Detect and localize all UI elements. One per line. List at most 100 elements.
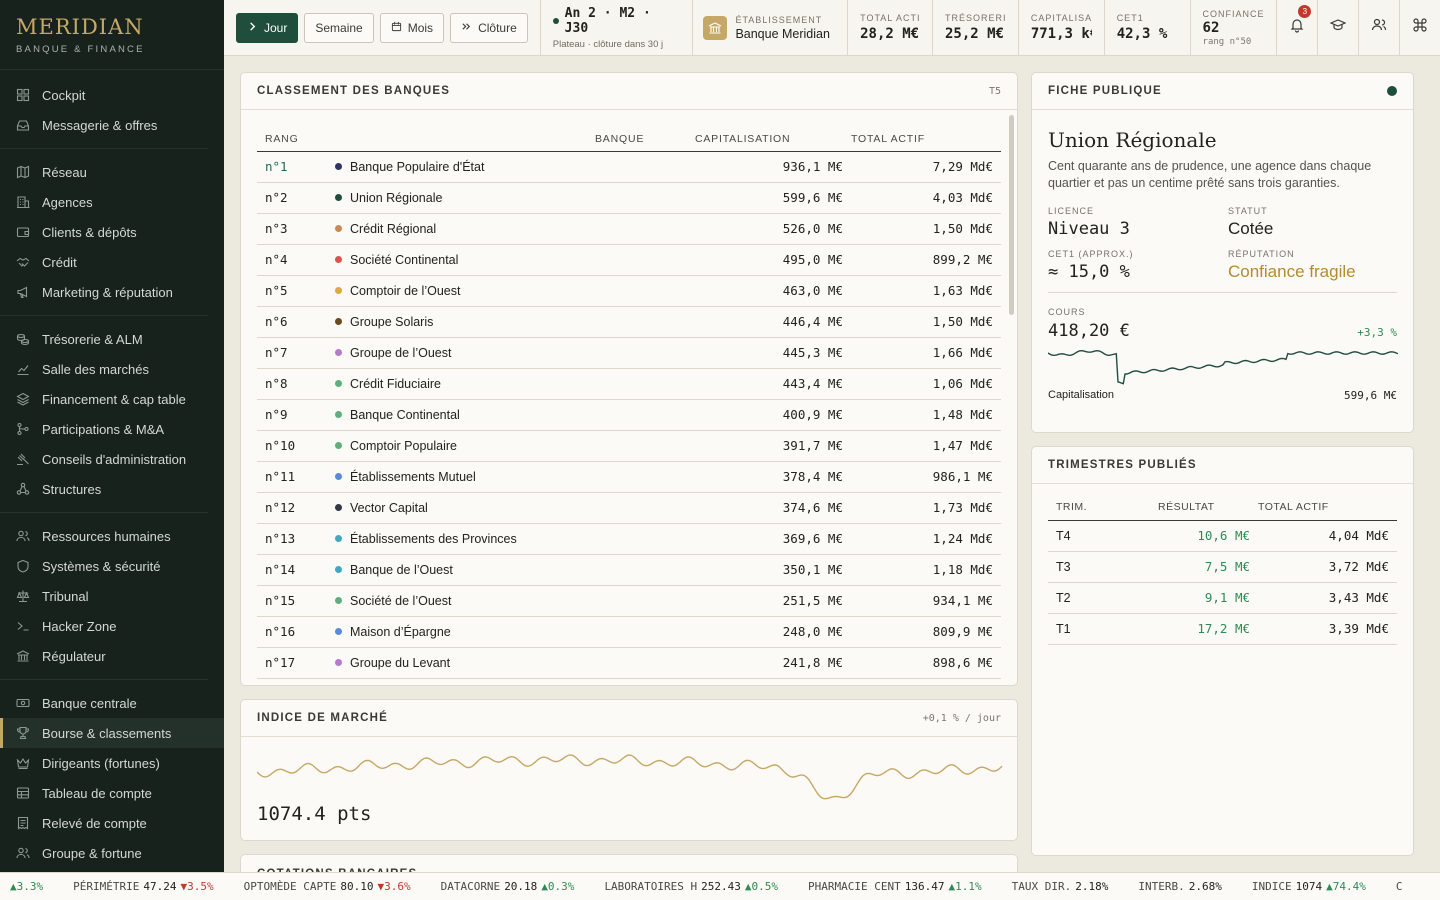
total-assets-cell: 7,29 Md€ <box>851 151 1001 183</box>
capitalization-cell: 445,3 M€ <box>695 337 851 369</box>
scrollbar-thumb[interactable] <box>1009 115 1014 315</box>
col-rank[interactable]: RANG <box>257 111 335 152</box>
sidebar-item-dirigeants-fortunes[interactable]: Dirigeants (fortunes) <box>0 748 224 778</box>
sidebar-item-messagerie-offres[interactable]: Messagerie & offres <box>0 110 224 140</box>
brand-logo[interactable]: MERIDIAN BANQUE & FINANCE <box>0 0 224 70</box>
establishment-selector[interactable]: ÉTABLISSEMENT Banque Meridian <box>693 15 847 41</box>
sidebar-item-cockpit[interactable]: Cockpit <box>0 80 224 110</box>
ranking-row[interactable]: n°2 Union Régionale 599,6 M€ 4,03 Md€ <box>257 182 1001 214</box>
ranking-row[interactable]: n°15 Société de l’Ouest 251,5 M€ 934,1 M€ <box>257 585 1001 617</box>
ranking-table-container[interactable]: RANG BANQUE CAPITALISATION TOTAL ACTIF n… <box>257 111 1001 685</box>
ranking-row[interactable]: n°7 Groupe de l’Ouest 445,3 M€ 1,66 Md€ <box>257 337 1001 369</box>
ranking-row[interactable]: n°14 Banque de l’Ouest 350,1 M€ 1,18 Md€ <box>257 554 1001 586</box>
ticker-item[interactable]: DATACORNE 20.18 ▲0.3% <box>441 880 575 893</box>
col-bank[interactable]: BANQUE <box>595 111 695 152</box>
col-total-assets[interactable]: TOTAL ACTIF <box>851 111 1001 152</box>
total-assets-cell: 809,9 M€ <box>851 616 1001 648</box>
ticker-item[interactable]: PÉRIMÉTRIE 47.24 ▼3.5% <box>73 880 213 893</box>
bank-color-dot <box>335 194 342 201</box>
ticker-item[interactable]: TAUX DIR. 2.18% <box>1012 880 1109 893</box>
close-period-button[interactable]: Clôture <box>450 12 528 43</box>
sidebar-item-regulateur[interactable]: Régulateur <box>0 641 224 671</box>
ticker-item[interactable]: LABORATOIRES H 252.43 ▲0.5% <box>604 880 778 893</box>
kpi-total-assets[interactable]: TOTAL ACTI 28,2 M€ <box>847 0 932 56</box>
notifications-button[interactable]: 3 <box>1276 0 1317 56</box>
sidebar-item-agences[interactable]: Agences <box>0 187 224 217</box>
sidebar-item-ressources-humaines[interactable]: Ressources humaines <box>0 521 224 551</box>
command-palette-button[interactable] <box>1399 0 1440 56</box>
ticker-item[interactable]: OPTOMÈDE CAPTE 80.10 ▼3.6% <box>244 880 411 893</box>
bank-cell: Maison d’Épargne <box>335 616 695 648</box>
ticker-item[interactable]: INTERB. 2.68% <box>1138 880 1221 893</box>
nav-group: Trésorerie & ALM Salle des marchés Finance… <box>0 316 208 513</box>
advance-week-button[interactable]: Semaine <box>304 12 374 43</box>
sidebar-item-label: Financement & cap table <box>42 391 186 407</box>
ranking-row[interactable]: n°13 Établissements des Provinces 369,6 M€… <box>257 523 1001 555</box>
sidebar-item-bourse-classements[interactable]: Bourse & classements <box>0 718 224 748</box>
sidebar-item-reseau[interactable]: Réseau <box>0 157 224 187</box>
sidebar-item-participations-m-a[interactable]: Participations & M&A <box>0 414 224 444</box>
total-assets-cell: 1,18 Md€ <box>851 554 1001 586</box>
sidebar-item-credit[interactable]: Crédit <box>0 247 224 277</box>
ticker-item[interactable]: C <box>1396 880 1403 893</box>
licence-label: LICENCE <box>1048 206 1095 216</box>
col-capitalization[interactable]: CAPITALISATION <box>695 111 851 152</box>
rank-cell: n°4 <box>257 244 335 276</box>
ranking-row[interactable]: n°5 Comptoir de l’Ouest 463,0 M€ 1,63 Md€ <box>257 275 1001 307</box>
total-assets-cell: 1,50 Md€ <box>851 306 1001 338</box>
ranking-row[interactable]: n°10 Comptoir Populaire 391,7 M€ 1,47 Md€ <box>257 430 1001 462</box>
kpi-treasury[interactable]: TRÉSORERIE 25,2 M€ <box>931 0 1018 56</box>
players-button[interactable] <box>1358 0 1399 56</box>
ranking-scrollbar[interactable] <box>1009 113 1014 683</box>
ticker-item[interactable]: ▲3.3% <box>6 880 43 893</box>
kpi-label: TOTAL ACTI <box>860 13 920 23</box>
sparkline-path <box>1048 349 1398 385</box>
tutorial-button[interactable] <box>1317 0 1358 56</box>
sidebar-item-tableau-de-compte[interactable]: Tableau de compte <box>0 778 224 808</box>
nav-group: Cockpit Messagerie & offres <box>0 70 208 149</box>
command-icon <box>1412 17 1428 38</box>
kpi-capitalization[interactable]: CAPITALISA 771,3 k€ <box>1017 0 1104 56</box>
kpi-sub: rang n°50 <box>1202 36 1252 47</box>
bank-name: Union Régionale <box>350 190 443 205</box>
sidebar-item-hacker-zone[interactable]: Hacker Zone <box>0 611 224 641</box>
ranking-row[interactable]: n°12 Vector Capital 374,6 M€ 1,73 Md€ <box>257 492 1001 524</box>
sidebar-item-systemes-securite[interactable]: Systèmes & sécurité <box>0 551 224 581</box>
advance-day-button[interactable]: Jour <box>236 12 299 43</box>
capitalization-cell: 526,0 M€ <box>695 213 851 245</box>
ranking-row[interactable]: n°16 Maison d’Épargne 248,0 M€ 809,9 M€ <box>257 616 1001 648</box>
sidebar-item-groupe-fortune[interactable]: Groupe & fortune <box>0 838 224 868</box>
advance-week-label: Semaine <box>315 20 363 35</box>
sidebar-item-salle-des-marches[interactable]: Salle des marchés <box>0 354 224 384</box>
ranking-row[interactable]: n°1 Banque Populaire d'État 936,1 M€ 7,29 M… <box>257 151 1001 183</box>
bank-color-dot <box>335 287 342 294</box>
sidebar-item-marketing-reputation[interactable]: Marketing & réputation <box>0 277 224 307</box>
kpi-cet1[interactable]: CET1 42,3 % <box>1103 0 1190 56</box>
ranking-row[interactable]: n°11 Établissements Mutuel 378,4 M€ 986,1 M… <box>257 461 1001 493</box>
bank-cell: Banque Continental <box>335 399 695 431</box>
ranking-row[interactable]: n°4 Société Continental 495,0 M€ 899,2 M€ <box>257 244 1001 276</box>
ranking-row[interactable]: n°3 Crédit Régional 526,0 M€ 1,50 Md€ <box>257 213 1001 245</box>
kpi-label: CONFIANCE <box>1202 8 1265 19</box>
kpi-confidence[interactable]: CONFIANCE 62 rang n°50 <box>1189 0 1277 56</box>
sidebar-item-structures[interactable]: Structures <box>0 474 224 504</box>
advance-month-button[interactable]: Mois <box>379 12 445 43</box>
bank-color-dot <box>335 163 342 170</box>
sidebar-item-tresorerie-alm[interactable]: Trésorerie & ALM <box>0 324 224 354</box>
ranking-row[interactable]: n°8 Crédit Fiduciaire 443,4 M€ 1,06 Md€ <box>257 368 1001 400</box>
landmark-icon <box>16 649 30 663</box>
ranking-row[interactable]: n°6 Groupe Solaris 446,4 M€ 1,50 Md€ <box>257 306 1001 338</box>
sidebar-item-financement-cap-table[interactable]: Financement & cap table <box>0 384 224 414</box>
sidebar-item-banque-centrale[interactable]: Banque centrale <box>0 688 224 718</box>
sidebar-item-clients-depots[interactable]: Clients & dépôts <box>0 217 224 247</box>
ranking-row[interactable]: n°17 Groupe du Levant 241,8 M€ 898,6 M€ <box>257 647 1001 679</box>
total-assets-cell: 986,1 M€ <box>851 461 1001 493</box>
ticker-item[interactable]: PHARMACIE CENT 136.47 ▲1.1% <box>808 880 982 893</box>
sidebar-item-tribunal[interactable]: Tribunal <box>0 581 224 611</box>
ticker-price: 136.47 <box>904 880 945 893</box>
ranking-row[interactable]: n°9 Banque Continental 400,9 M€ 1,48 Md€ <box>257 399 1001 431</box>
sidebar-item-releve-de-compte[interactable]: Relevé de compte <box>0 808 224 838</box>
ticker-item[interactable]: INDICE 1074 ▲74.4% <box>1252 880 1366 893</box>
sidebar-item-conseils-d-administration[interactable]: Conseils d'administration <box>0 444 224 474</box>
bank-name: Comptoir Populaire <box>350 438 457 453</box>
